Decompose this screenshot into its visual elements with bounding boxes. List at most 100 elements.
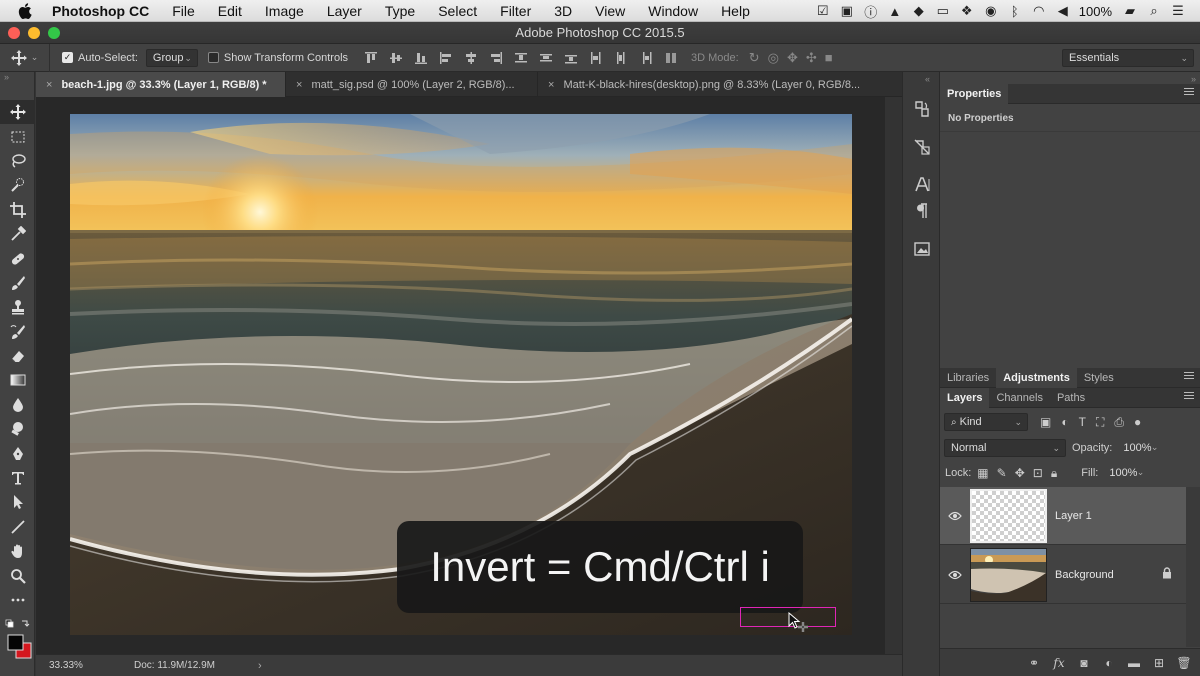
close-tab-icon[interactable]: × bbox=[548, 79, 554, 91]
link-layers-icon[interactable]: ⚭ bbox=[1026, 655, 1042, 671]
layer-name[interactable]: Background bbox=[1055, 569, 1162, 581]
filter-smart-object-icon[interactable]: ⎙ bbox=[1114, 415, 1124, 430]
actions-panel-icon[interactable] bbox=[911, 136, 933, 158]
show-transform-checkbox[interactable] bbox=[207, 52, 219, 63]
delete-layer-trash-icon[interactable]: 🗑︎ bbox=[1176, 655, 1192, 671]
3d-orbit-icon[interactable]: ↻ bbox=[749, 50, 760, 66]
tab-beach-1[interactable]: × beach-1.jpg @ 33.3% (Layer 1, RGB/8) * bbox=[36, 72, 286, 97]
3d-slide-icon[interactable]: ✣ bbox=[806, 50, 817, 66]
layer-kind-filter[interactable]: ⌕ Kind ⌄ bbox=[944, 413, 1028, 431]
layer-row-background[interactable]: Background bbox=[940, 546, 1186, 604]
tab-adjustments[interactable]: Adjustments bbox=[996, 367, 1077, 388]
menu-view[interactable]: View bbox=[595, 3, 625, 19]
crop-tool[interactable] bbox=[0, 198, 35, 222]
filter-adjustment-icon[interactable]: ◐ bbox=[1061, 415, 1068, 430]
menu-edit[interactable]: Edit bbox=[218, 3, 242, 19]
new-adjustment-icon[interactable]: ◐ bbox=[1101, 655, 1117, 671]
filter-shape-icon[interactable]: ⛶ bbox=[1096, 415, 1104, 430]
align-top-icon[interactable] bbox=[358, 48, 383, 68]
tab-libraries[interactable]: Libraries bbox=[940, 368, 996, 388]
menu-file[interactable]: File bbox=[172, 3, 195, 19]
status-menu-arrow-icon[interactable]: › bbox=[258, 660, 262, 672]
layer-style-fx-icon[interactable]: fx bbox=[1051, 655, 1067, 671]
spotlight-search-icon[interactable]: ⌕ bbox=[1142, 0, 1166, 22]
fill-field[interactable]: 100% ⌄ bbox=[1103, 464, 1149, 482]
tab-paths[interactable]: Paths bbox=[1050, 388, 1092, 408]
tab-matt-sig[interactable]: × matt_sig.psd @ 100% (Layer 2, RGB/8)..… bbox=[286, 72, 538, 97]
volume-icon[interactable]: ◀ bbox=[1051, 0, 1075, 22]
history-panel-icon[interactable] bbox=[911, 98, 933, 120]
layers-scrollbar[interactable] bbox=[1186, 487, 1200, 647]
hand-tool[interactable] bbox=[0, 539, 35, 563]
menu-3d[interactable]: 3D bbox=[554, 3, 572, 19]
zoom-window-button[interactable] bbox=[48, 27, 60, 39]
healing-brush-tool[interactable] bbox=[0, 246, 35, 270]
battery-icon[interactable]: ▰ bbox=[1118, 0, 1142, 22]
distribute-vcenter-icon[interactable] bbox=[533, 48, 558, 68]
default-colors-icon[interactable] bbox=[5, 619, 14, 628]
filter-toggle-icon[interactable]: ● bbox=[1134, 415, 1141, 430]
menu-select[interactable]: Select bbox=[438, 3, 477, 19]
filter-type-icon[interactable]: T bbox=[1079, 415, 1086, 430]
tab-channels[interactable]: Channels bbox=[989, 388, 1049, 408]
info-status-icon[interactable]: ⓘ bbox=[859, 0, 883, 22]
display-status-icon[interactable]: ▭ bbox=[931, 0, 955, 22]
close-tab-icon[interactable]: × bbox=[296, 79, 302, 91]
type-tool[interactable] bbox=[0, 466, 35, 490]
swap-colors-icon[interactable] bbox=[22, 620, 30, 627]
auto-select-checkbox[interactable]: ✓ bbox=[62, 52, 73, 63]
lock-all-icon[interactable]: 🔒︎ bbox=[1051, 466, 1057, 481]
new-layer-icon[interactable]: ⊞ bbox=[1151, 655, 1167, 671]
line-tool[interactable] bbox=[0, 515, 35, 539]
bluetooth-icon[interactable]: ᛒ bbox=[1003, 0, 1027, 22]
distribute-top-icon[interactable] bbox=[508, 48, 533, 68]
wifi-icon[interactable]: ◠ bbox=[1027, 0, 1051, 22]
align-bottom-icon[interactable] bbox=[408, 48, 433, 68]
blur-tool[interactable] bbox=[0, 393, 35, 417]
panel-menu-icon[interactable] bbox=[1184, 392, 1194, 402]
lock-artboard-icon[interactable]: ⊡ bbox=[1033, 466, 1043, 481]
tab-layers[interactable]: Layers bbox=[940, 387, 990, 408]
close-tab-icon[interactable]: × bbox=[46, 79, 52, 91]
eyedropper-tool[interactable] bbox=[0, 222, 35, 246]
tab-matt-k-black[interactable]: × Matt-K-black-hires(desktop).png @ 8.33… bbox=[538, 72, 902, 97]
lock-transparent-icon[interactable]: ▦ bbox=[977, 466, 988, 481]
pen-tool[interactable] bbox=[0, 441, 35, 465]
menu-app-photoshop[interactable]: Photoshop CC bbox=[52, 3, 149, 19]
align-hcenter-icon[interactable] bbox=[458, 48, 483, 68]
dropbox-status-icon[interactable]: ❖ bbox=[955, 0, 979, 22]
panel-menu-icon[interactable] bbox=[1184, 88, 1194, 98]
canvas-vertical-scroll[interactable] bbox=[885, 97, 902, 654]
minimize-window-button[interactable] bbox=[28, 27, 40, 39]
menu-filter[interactable]: Filter bbox=[500, 3, 531, 19]
canvas-area[interactable]: Invert = Cmd/Ctrl i bbox=[36, 97, 885, 654]
checkbox-status-icon[interactable]: ☑ bbox=[811, 0, 835, 22]
paragraph-panel-icon[interactable] bbox=[911, 200, 933, 222]
menu-window[interactable]: Window bbox=[648, 3, 698, 19]
battery-percent[interactable]: 100% bbox=[1079, 4, 1112, 19]
menu-layer[interactable]: Layer bbox=[327, 3, 362, 19]
align-left-icon[interactable] bbox=[433, 48, 458, 68]
distribute-hcenter-icon[interactable] bbox=[608, 48, 633, 68]
menu-type[interactable]: Type bbox=[385, 3, 415, 19]
3d-roll-icon[interactable]: ◎ bbox=[768, 50, 779, 66]
workspace-dropdown[interactable]: Essentials ⌄ bbox=[1062, 49, 1194, 67]
menu-help[interactable]: Help bbox=[721, 3, 750, 19]
distribute-bottom-icon[interactable] bbox=[558, 48, 583, 68]
collapse-grip[interactable]: « bbox=[925, 74, 930, 84]
panel-menu-icon[interactable] bbox=[1184, 372, 1194, 382]
edit-toolbar-button[interactable] bbox=[0, 588, 35, 612]
tab-styles[interactable]: Styles bbox=[1077, 368, 1121, 388]
move-tool[interactable] bbox=[0, 100, 35, 125]
align-right-icon[interactable] bbox=[483, 48, 508, 68]
drive-status-icon[interactable]: ▲ bbox=[883, 0, 907, 22]
visibility-eye-icon[interactable] bbox=[940, 570, 970, 580]
auto-select-dropdown[interactable]: Group ⌄ bbox=[145, 48, 198, 67]
zoom-level[interactable]: 33.33% bbox=[36, 660, 134, 671]
lock-icon[interactable] bbox=[1162, 567, 1172, 582]
foreground-color-swatch[interactable] bbox=[7, 634, 24, 651]
lock-image-icon[interactable]: ✎ bbox=[997, 466, 1007, 481]
visibility-eye-icon[interactable] bbox=[940, 511, 970, 521]
gradient-tool[interactable] bbox=[0, 368, 35, 392]
distribute-left-icon[interactable] bbox=[583, 48, 608, 68]
